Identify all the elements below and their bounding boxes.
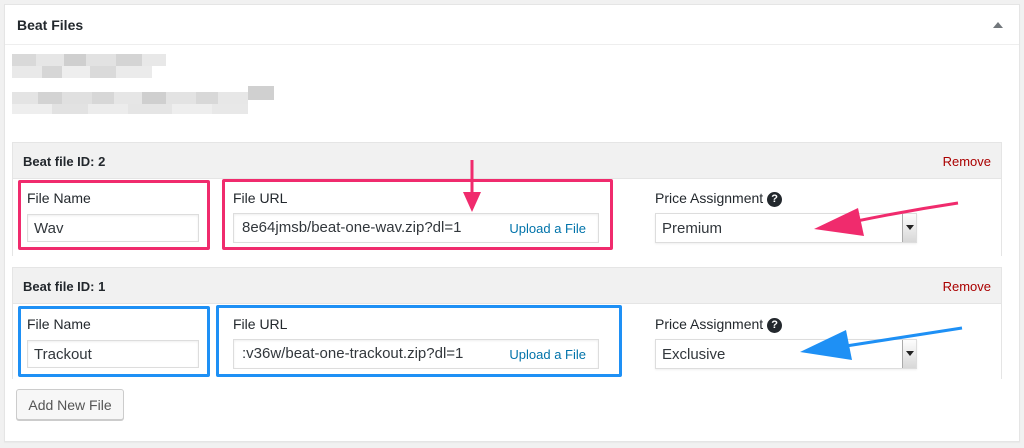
chevron-down-icon[interactable] bbox=[902, 340, 916, 368]
price-assignment-select[interactable]: Premium bbox=[655, 213, 917, 243]
price-assignment-label: Price Assignment? bbox=[655, 316, 783, 333]
pink-highlight-box-file-name bbox=[18, 180, 210, 250]
price-assignment-text: Price Assignment bbox=[655, 190, 764, 206]
price-assignment-label: Price Assignment? bbox=[655, 190, 783, 207]
beat-file-header: Beat file ID: 2 Remove bbox=[13, 143, 1001, 179]
help-icon[interactable]: ? bbox=[767, 318, 783, 333]
beat-file-title: Beat file ID: 2 bbox=[23, 154, 106, 169]
price-assignment-value: Premium bbox=[662, 220, 723, 237]
price-assignment-select[interactable]: Exclusive bbox=[655, 339, 917, 369]
chevron-down-icon[interactable] bbox=[902, 214, 916, 242]
remove-link[interactable]: Remove bbox=[943, 154, 991, 169]
beat-file-title: Beat file ID: 1 bbox=[23, 279, 106, 294]
blue-highlight-box-file-url bbox=[216, 305, 622, 377]
blue-highlight-box-file-name bbox=[18, 306, 210, 377]
metabox-title: Beat Files bbox=[17, 17, 84, 33]
metabox-header[interactable]: Beat Files bbox=[5, 5, 1019, 45]
triangle-up-icon[interactable] bbox=[993, 22, 1003, 28]
add-new-file-button[interactable]: Add New File bbox=[16, 389, 124, 420]
pink-highlight-box-file-url bbox=[222, 179, 613, 250]
beat-file-header: Beat file ID: 1 Remove bbox=[13, 268, 1001, 304]
price-assignment-text: Price Assignment bbox=[655, 316, 764, 332]
help-icon[interactable]: ? bbox=[767, 192, 783, 207]
price-assignment-value: Exclusive bbox=[662, 346, 726, 363]
remove-link[interactable]: Remove bbox=[943, 279, 991, 294]
